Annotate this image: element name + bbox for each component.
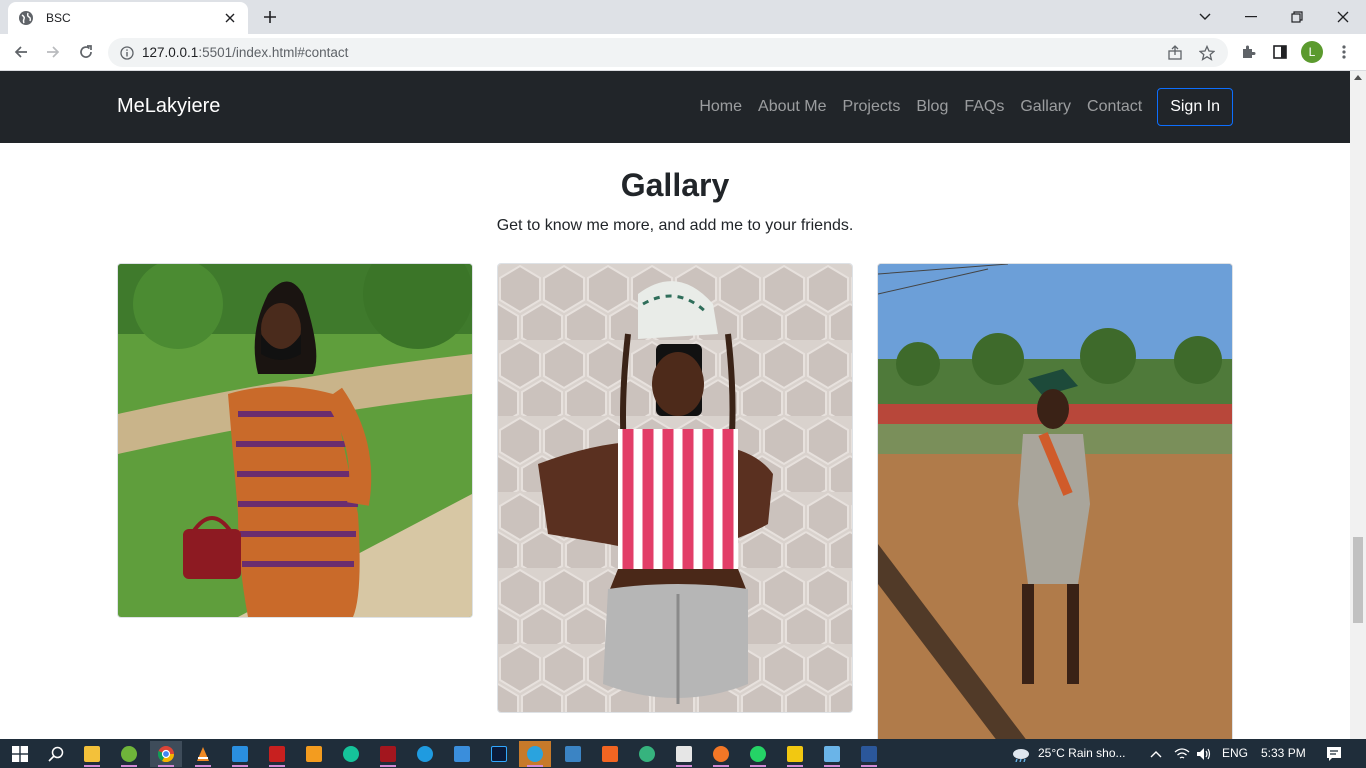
nav-links: Home About Me Projects Blog FAQs Gallary…	[683, 88, 1233, 126]
android-studio-icon[interactable]	[113, 741, 145, 767]
tab-search-icon[interactable]	[1182, 0, 1228, 34]
restore-icon[interactable]	[1274, 0, 1320, 34]
share-icon[interactable]	[1166, 44, 1184, 62]
photoshop-icon[interactable]	[483, 741, 515, 767]
jupyter-icon[interactable]	[705, 741, 737, 767]
nav-link-faqs[interactable]: FAQs	[964, 98, 1004, 116]
nav-link-projects[interactable]: Projects	[843, 98, 901, 116]
grammarly-icon[interactable]	[335, 741, 367, 767]
sublime-icon[interactable]	[298, 741, 330, 767]
scrollbar-thumb[interactable]	[1353, 537, 1363, 623]
chrome-icon[interactable]	[150, 741, 182, 767]
windows-taskbar: 25°C Rain sho... ENG 5:33 PM	[0, 739, 1366, 768]
power-bi-icon[interactable]	[779, 741, 811, 767]
close-window-icon[interactable]	[1320, 0, 1366, 34]
edge-icon[interactable]	[409, 741, 441, 767]
app-window-icon[interactable]	[668, 741, 700, 767]
xampp-icon[interactable]	[594, 741, 626, 767]
extensions-icon[interactable]	[1236, 40, 1260, 64]
whatsapp-icon[interactable]	[742, 741, 774, 767]
gallery-photo-1[interactable]	[117, 263, 473, 618]
gallery-photo-2[interactable]	[497, 263, 853, 713]
acrobat-icon[interactable]	[261, 741, 293, 767]
site-info-icon[interactable]	[120, 45, 134, 60]
windows-start-icon[interactable]	[4, 741, 36, 767]
profile-avatar[interactable]: L	[1301, 41, 1323, 63]
app-red-icon[interactable]	[372, 741, 404, 767]
vscode-icon[interactable]	[224, 741, 256, 767]
nav-link-about-me[interactable]: About Me	[758, 98, 826, 116]
back-icon[interactable]	[9, 40, 33, 64]
site-navbar: MeLakyiere Home About Me Projects Blog F…	[0, 71, 1350, 143]
close-tab-icon[interactable]	[222, 10, 238, 26]
nav-link-home[interactable]: Home	[699, 98, 742, 116]
bookmark-star-icon[interactable]	[1198, 44, 1216, 62]
volume-icon[interactable]	[1188, 741, 1220, 767]
site-brand[interactable]: MeLakyiere	[117, 95, 220, 118]
url-host: 127.0.0.1	[142, 45, 199, 60]
page-scrollbar[interactable]	[1350, 71, 1366, 739]
browser-tab[interactable]: BSC	[8, 2, 248, 34]
nav-link-contact[interactable]: Contact	[1087, 98, 1142, 116]
app-map-icon[interactable]	[557, 741, 589, 767]
globe-icon	[18, 10, 34, 26]
weather-text[interactable]: 25°C Rain sho...	[1038, 746, 1126, 760]
browser-tab-strip: BSC	[0, 0, 1366, 34]
menu-icon[interactable]	[1332, 40, 1356, 64]
notifications-icon[interactable]	[1318, 741, 1350, 767]
gallery-photo-3[interactable]	[877, 263, 1233, 739]
url-path: :5501/index.html#contact	[198, 45, 349, 60]
vlc-icon[interactable]	[187, 741, 219, 767]
language-indicator[interactable]: ENG	[1222, 746, 1248, 760]
reload-icon[interactable]	[74, 40, 98, 64]
gallery-heading: Gallary	[620, 167, 730, 203]
file-explorer-icon[interactable]	[76, 741, 108, 767]
address-bar[interactable]: 127.0.0.1:5501/index.html#contact	[108, 38, 1228, 67]
scroll-up-arrow-icon[interactable]	[1354, 75, 1362, 80]
minimize-icon[interactable]	[1228, 0, 1274, 34]
url-text: 127.0.0.1:5501/index.html#contact	[142, 45, 348, 60]
nav-link-gallary[interactable]: Gallary	[1020, 98, 1071, 116]
word-icon[interactable]	[853, 741, 885, 767]
app-snow-icon[interactable]	[816, 741, 848, 767]
store-icon[interactable]	[446, 741, 478, 767]
sign-in-button[interactable]: Sign In	[1157, 88, 1233, 126]
browser-toolbar: 127.0.0.1:5501/index.html#contact L	[0, 34, 1366, 71]
nav-link-blog[interactable]: Blog	[916, 98, 948, 116]
gallery-subtitle: Get to know me more, and add me to your …	[496, 217, 854, 234]
search-icon[interactable]	[40, 741, 72, 767]
weather-icon[interactable]	[1005, 741, 1037, 767]
new-tab-button[interactable]	[258, 7, 282, 27]
side-panel-icon[interactable]	[1268, 40, 1292, 64]
page-viewport: MeLakyiere Home About Me Projects Blog F…	[0, 71, 1350, 739]
tab-title: BSC	[46, 11, 71, 25]
forward-icon[interactable]	[41, 40, 65, 64]
telegram-icon[interactable]	[519, 741, 551, 767]
clock[interactable]: 5:33 PM	[1261, 746, 1306, 760]
app-green-icon[interactable]	[631, 741, 663, 767]
